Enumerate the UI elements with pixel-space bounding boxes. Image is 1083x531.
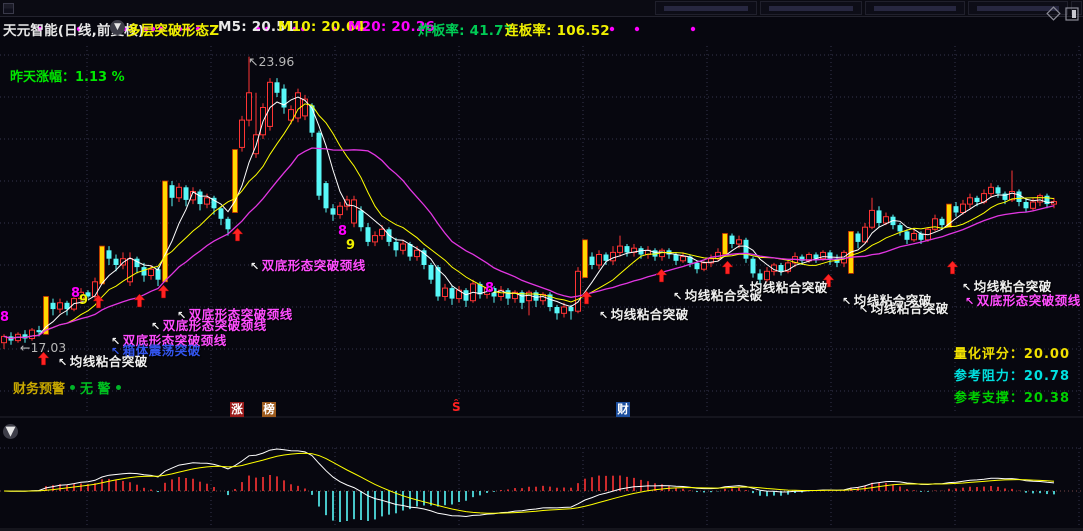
event-badge[interactable]: 涨 [230,402,244,417]
buy-arrow-icon [231,227,244,242]
window-toolbar-strip [0,0,1083,17]
split-panel-icon[interactable] [1065,7,1079,21]
annotation-pointer-icon: ↖ [673,290,683,303]
green-dot-icon [115,385,121,390]
chevron-down-icon[interactable]: ▼ [110,20,125,35]
annotation-pointer-icon: ↖ [965,295,975,308]
breakout-annotation: ↖ 均线粘合突破 [859,301,949,316]
breakout-annotation: ↖ 均线粘合突破 [738,280,828,295]
buy-arrow-icon [721,260,734,275]
yesterday-change-label: 昨天涨幅：1.13 % [10,70,125,85]
buy-arrow-icon [133,293,146,308]
score-panel-row: 参考阻力：20.78 [953,369,1070,384]
header-indicator-value[interactable]: 多层突破形态Z [127,19,219,39]
buy-arrow-icon [946,260,959,275]
window-icons [1046,6,1079,21]
chevron-down-circle-icon[interactable]: ▼ [3,424,18,439]
header-indicator-value: 炸板率: 41.77 [418,23,514,39]
header-indicator-value: 连板率: 106.52 [505,23,610,39]
score-panel-row: 参考支撑：20.38 [953,391,1070,406]
event-badge[interactable]: 榜 [262,402,276,417]
breakout-annotation: ↖ 均线粘合突破 [599,307,689,322]
finance-warning-label: 财务预警 [13,382,66,397]
quant-score-panel: 量化评分：20.00 参考阻力：20.78 参考支撑：20.38 [954,343,1070,409]
signal-dot-icon [690,26,696,32]
pattern-count-label: 9 [79,293,89,308]
pattern-count-label: 9 [346,238,356,253]
s-event-marker[interactable]: Ŝ [452,400,461,414]
pattern-count-label: 8 [0,310,10,325]
peak-price-label: ↖23.96 [248,54,295,69]
breakout-annotation: ↖ 双底形态突破颈线 [965,293,1081,308]
event-badge[interactable]: 财 [616,402,630,417]
toolbar-cell[interactable] [760,1,862,15]
finance-warning-value[interactable]: 无 警 [80,378,111,397]
grid-menu-icon[interactable] [3,3,14,14]
chart-canvas[interactable] [0,0,1083,531]
pattern-count-label: 8 [485,281,495,296]
annotation-pointer-icon: ↖ [738,282,748,295]
trading-terminal-window: 天元智能(日线,前复权) ▼ 多层突破形态Z M5: 20.51 M10: 20.6… [0,0,1083,531]
pattern-count-label: 8 [338,224,348,239]
annotation-pointer-icon: ↖ [250,260,260,273]
toolbar-cell[interactable] [655,1,757,15]
signal-dot-icon [634,26,640,32]
green-dot-icon [70,385,76,390]
toolbar-cell[interactable] [865,1,965,15]
annotation-pointer-icon: ↖ [859,303,869,316]
diamond-icon[interactable] [1046,6,1061,21]
annotation-pointer-icon: ↖ [599,309,609,322]
signal-dot-icon [609,26,615,32]
annotation-pointer-icon: ↖ [58,356,68,369]
breakout-annotation: ↖ 双底形态突破颈线 [250,258,366,273]
breakout-annotation: ↖ 均线粘合突破 [58,354,148,369]
annotation-pointer-icon: ↖ [842,295,852,308]
score-panel-row: 量化评分：20.00 [953,347,1070,362]
finance-warning-row: 财务预警 无 警 [13,378,126,397]
